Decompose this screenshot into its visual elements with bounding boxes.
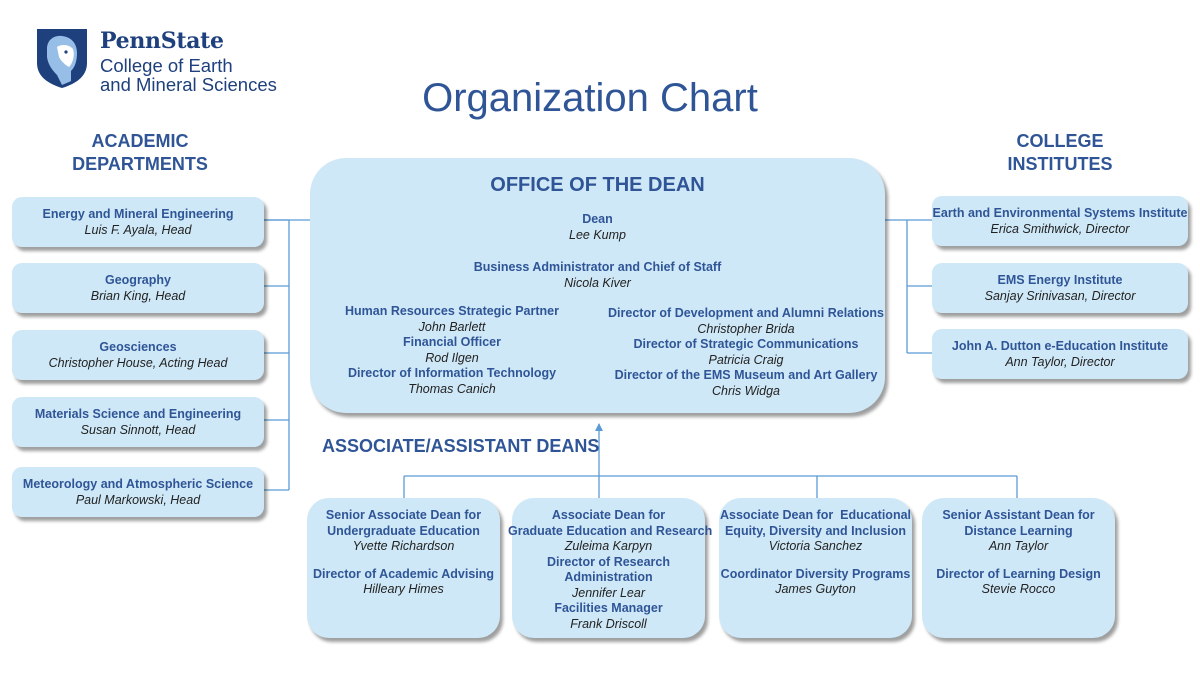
department-box: Meteorology and Atmospheric Science Paul…: [12, 467, 264, 517]
department-head: Susan Sinnott, Head: [80, 422, 196, 437]
assoc-dean-name: Yvette Richardson: [352, 539, 455, 553]
sub-role-title: Administration: [564, 570, 653, 584]
institute-director: Sanjay Srinivasan, Director: [984, 288, 1136, 303]
chief-of-staff-name: Nicola Kiver: [564, 275, 631, 290]
associate-dean-box: Senior Associate Dean for Undergraduate …: [307, 498, 500, 638]
institute-director: Erica Smithwick, Director: [990, 221, 1130, 236]
department-head: Christopher House, Acting Head: [48, 355, 228, 370]
staff-title: Director of Development and Alumni Relat…: [608, 306, 884, 320]
department-head: Luis F. Ayala, Head: [84, 222, 192, 237]
dean-title: Dean: [582, 212, 613, 226]
assoc-dean-name: Ann Taylor: [988, 539, 1049, 553]
page-title: Organization Chart: [422, 76, 758, 120]
staff-name: John Barlett: [418, 319, 486, 334]
department-title: Geography: [105, 273, 171, 287]
staff-title: Financial Officer: [403, 335, 501, 349]
institute-title: Earth and Environmental Systems Institut…: [932, 206, 1188, 220]
staff-title: Director of Strategic Communications: [633, 337, 859, 351]
chief-of-staff-entry: Business Administrator and Chief of Staf…: [310, 260, 885, 291]
institute-box: EMS Energy Institute Sanjay Srinivasan, …: [932, 263, 1188, 313]
institute-title: EMS Energy Institute: [997, 273, 1123, 287]
sub-role-name: Stevie Rocco: [981, 582, 1056, 596]
sub-role-title: Director of Research: [547, 554, 670, 569]
college-name-line1: College of Earth: [100, 55, 233, 76]
staff-name: Patricia Craig: [708, 352, 784, 367]
sub-role-name: Jennifer Lear: [572, 585, 645, 600]
heading-line: ACADEMIC: [91, 131, 189, 151]
department-title: Materials Science and Engineering: [34, 407, 242, 421]
department-box: Materials Science and Engineering Susan …: [12, 397, 264, 447]
institute-director: Ann Taylor, Director: [1005, 354, 1115, 369]
assoc-dean-title: Equity, Diversity and Inclusion: [724, 523, 907, 538]
associate-dean-box: Associate Dean for Educational Equity, D…: [719, 498, 912, 638]
sub-role-title: Facilities Manager: [554, 601, 663, 615]
assoc-dean-title: Graduate Education and Research: [508, 523, 713, 538]
assoc-dean-title: Distance Learning: [964, 523, 1073, 538]
dean-staff-left-column: Human Resources Strategic Partner John B…: [312, 304, 592, 397]
academic-departments-heading: ACADEMIC DEPARTMENTS: [40, 130, 240, 176]
sub-role-title: Coordinator Diversity Programs: [720, 566, 911, 581]
associate-deans-heading: ASSOCIATE/ASSISTANT DEANS: [322, 436, 600, 456]
staff-title: Director of Information Technology: [347, 366, 557, 380]
assoc-dean-title: Associate Dean for Educational: [719, 508, 912, 522]
brand-name: PennState: [100, 28, 224, 54]
institute-title: John A. Dutton e-Education Institute: [951, 339, 1169, 353]
staff-name: Thomas Canich: [408, 381, 496, 396]
department-head: Brian King, Head: [90, 288, 186, 303]
institute-box: Earth and Environmental Systems Institut…: [932, 196, 1188, 246]
assoc-dean-name: Zuleima Karpyn: [564, 539, 653, 553]
assoc-dean-title: Senior Assistant Dean for: [942, 508, 1095, 522]
staff-name: Christopher Brida: [697, 321, 795, 336]
associate-dean-box: Associate Dean for Graduate Education an…: [508, 498, 712, 638]
heading-line: COLLEGE: [1016, 131, 1104, 151]
sub-role-title: Director of Learning Design: [936, 566, 1101, 581]
department-title: Geosciences: [99, 340, 177, 354]
chief-of-staff-title: Business Administrator and Chief of Staf…: [473, 260, 722, 274]
staff-title: Director of the EMS Museum and Art Galle…: [614, 368, 878, 382]
assoc-dean-name: Victoria Sanchez: [768, 539, 863, 553]
heading-line: DEPARTMENTS: [72, 154, 208, 174]
department-box: Geography Brian King, Head: [12, 263, 264, 313]
associate-dean-box: Senior Assistant Dean for Distance Learn…: [922, 498, 1115, 638]
office-of-dean-heading: OFFICE OF THE DEAN: [490, 174, 705, 196]
college-institutes-heading: COLLEGE INSTITUTES: [960, 130, 1160, 176]
staff-title: Human Resources Strategic Partner: [345, 304, 559, 318]
dean-entry: Dean Lee Kump: [310, 212, 885, 243]
sub-role-name: Hilleary Himes: [363, 582, 444, 596]
assoc-dean-title: Undergraduate Education: [327, 523, 480, 538]
sub-role-name: Frank Driscoll: [570, 616, 647, 631]
heading-line: INSTITUTES: [1007, 154, 1113, 174]
dean-staff-right-column: Director of Development and Alumni Relat…: [606, 306, 886, 399]
dean-name: Lee Kump: [569, 227, 626, 242]
department-title: Meteorology and Atmospheric Science: [22, 477, 254, 491]
sub-role-name: James Guyton: [775, 582, 856, 596]
institute-box: John A. Dutton e-Education Institute Ann…: [932, 329, 1188, 379]
office-of-dean-box: OFFICE OF THE DEAN Dean Lee Kump Busines…: [310, 158, 885, 413]
sub-role-title: Director of Academic Advising: [312, 566, 495, 581]
assoc-dean-title: Associate Dean for: [551, 508, 666, 522]
department-box: Geosciences Christopher House, Acting He…: [12, 330, 264, 380]
staff-name: Chris Widga: [712, 383, 780, 398]
department-head: Paul Markowski, Head: [75, 492, 201, 507]
assoc-dean-title: Senior Associate Dean for: [325, 508, 482, 522]
staff-name: Rod Ilgen: [425, 350, 479, 365]
department-title: Energy and Mineral Engineering: [42, 207, 234, 221]
department-box: Energy and Mineral Engineering Luis F. A…: [12, 197, 264, 247]
